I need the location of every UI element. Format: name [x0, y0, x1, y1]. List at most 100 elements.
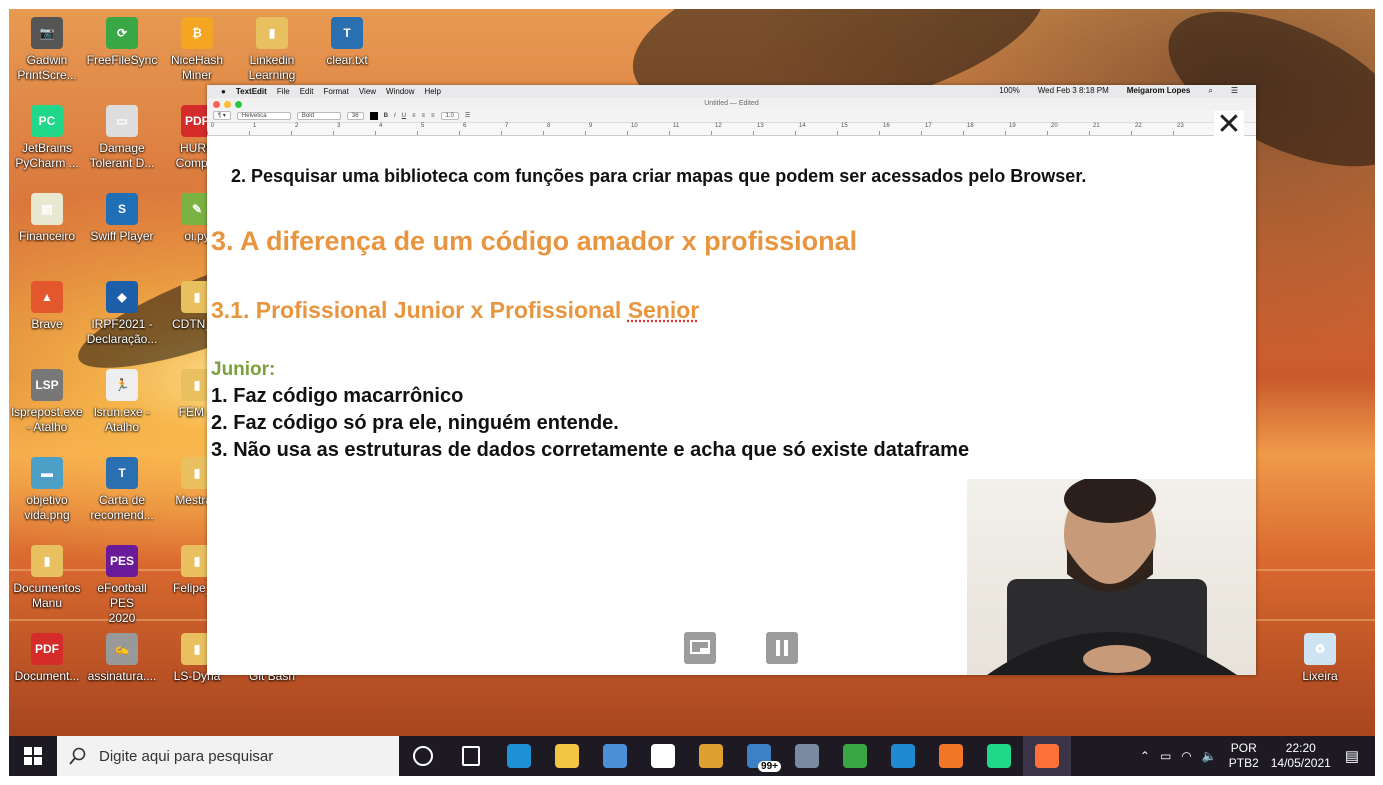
- taskbar-app-chrome[interactable]: [687, 736, 735, 776]
- ruler-number: 3: [337, 123, 341, 129]
- menu-format[interactable]: Format: [324, 87, 349, 96]
- taskbar-apps: 99+: [399, 736, 1071, 776]
- ruler-number: 10: [631, 123, 638, 129]
- screenshare-toggle-button[interactable]: [684, 632, 716, 664]
- desktop-icon-label: NiceHash Miner: [170, 53, 224, 82]
- minimize-light-icon[interactable]: [224, 101, 231, 108]
- spotlight-icon[interactable]: ⌕: [1208, 86, 1212, 96]
- font-style-select[interactable]: Bold: [296, 111, 341, 120]
- font-size-select[interactable]: 36: [346, 111, 364, 120]
- mac-status-area: 100% Wed Feb 3 8:18 PM Meigarom Lopes ⌕ …: [999, 86, 1248, 96]
- start-button[interactable]: [9, 736, 57, 776]
- italic-button[interactable]: I: [394, 113, 396, 119]
- notification-icon[interactable]: ▤: [1345, 747, 1359, 765]
- search-placeholder: Digite aqui para pesquisar: [99, 747, 274, 765]
- taskbar-app-cortana[interactable]: [399, 736, 447, 776]
- taskbar-search-box[interactable]: Digite aqui para pesquisar: [57, 736, 399, 776]
- wifi-icon[interactable]: ◠: [1181, 749, 1191, 763]
- pause-button[interactable]: [766, 632, 798, 664]
- desktop-icon[interactable]: ▲ Brave: [9, 281, 85, 332]
- line-spacing-select[interactable]: 1.0: [440, 111, 459, 120]
- junior-label: Junior:: [211, 359, 276, 380]
- taskbar-app-edge[interactable]: [495, 736, 543, 776]
- control-center-icon[interactable]: ☰: [1231, 86, 1238, 96]
- desktop-icon-label: assinatura....: [87, 669, 157, 683]
- taskbar-app-task-view[interactable]: [447, 736, 495, 776]
- menu-help[interactable]: Help: [425, 87, 441, 96]
- taskbar-app-jupyter[interactable]: [927, 736, 975, 776]
- desktop-icon[interactable]: PES eFootball PES 2020: [84, 545, 160, 626]
- language-indicator[interactable]: POR PTB2: [1229, 741, 1259, 771]
- list-style-button[interactable]: ☰: [465, 112, 470, 119]
- chevron-up-icon[interactable]: ⌃: [1140, 749, 1150, 763]
- taskbar-app-vscode[interactable]: [879, 736, 927, 776]
- close-light-icon[interactable]: [213, 101, 220, 108]
- desktop-icon[interactable]: ▮ Documentos Manu: [9, 545, 85, 611]
- menu-file[interactable]: File: [277, 87, 290, 96]
- format-toolbar: ¶ ▾ Helvetica Bold 36 B I U ≡ ≡ ≡ 1.0 ☰: [207, 109, 1256, 123]
- text-color-swatch[interactable]: [369, 111, 378, 120]
- battery-percent: 100%: [999, 86, 1020, 95]
- app-icon: S: [106, 193, 138, 225]
- align-right-button[interactable]: ≡: [431, 113, 435, 119]
- mac-menubar: ● TextEdit File Edit Format View Window …: [207, 85, 1256, 98]
- desktop-icon[interactable]: S Swiff Player: [84, 193, 160, 244]
- desktop-icon[interactable]: PDF Document...: [9, 633, 85, 684]
- taskbar-clock[interactable]: 22:20 14/05/2021: [1271, 741, 1331, 771]
- desktop-icon[interactable]: Tclear.txt: [309, 17, 385, 68]
- ruler-number: 1: [253, 123, 257, 129]
- desktop-icon[interactable]: 📷 Gadwin PrintScre...: [9, 17, 85, 83]
- windows-logo-icon: [24, 747, 42, 765]
- menu-view[interactable]: View: [359, 87, 376, 96]
- desktop-icon[interactable]: ▬ objetivo vida.png: [9, 457, 85, 523]
- taskbar-app-files-share[interactable]: [591, 736, 639, 776]
- mac-clock: Wed Feb 3 8:18 PM: [1037, 86, 1109, 95]
- taskbar-app-mail[interactable]: 99+: [735, 736, 783, 776]
- desktop-icon[interactable]: LSP lsprepost.exe - Atalho: [9, 369, 85, 435]
- taskbar-app-pycharm[interactable]: [975, 736, 1023, 776]
- desktop-icon[interactable]: ▮ Linkedin Learning: [234, 17, 310, 83]
- taskbar-app-app-green[interactable]: [831, 736, 879, 776]
- apple-icon[interactable]: ●: [221, 87, 226, 96]
- window-titlebar: Untitled — Edited: [207, 98, 1256, 109]
- font-family-select[interactable]: Helvetica: [236, 111, 291, 120]
- desktop-icon[interactable]: T Carta de recomend...: [84, 457, 160, 523]
- desktop-icon[interactable]: 🏃 lsrun.exe - Atalho: [84, 369, 160, 435]
- desktop-icon[interactable]: ♻ Lixeira: [1282, 633, 1358, 684]
- app-green-icon: [843, 744, 867, 768]
- menu-window[interactable]: Window: [386, 87, 414, 96]
- desktop-icon[interactable]: ✍ assinatura....: [84, 633, 160, 684]
- desktop-icon[interactable]: ₿ NiceHash Miner: [159, 17, 235, 83]
- zoom-light-icon[interactable]: [235, 101, 242, 108]
- align-center-button[interactable]: ≡: [421, 113, 425, 119]
- bold-button[interactable]: B: [384, 113, 388, 119]
- app-icon: PDF: [31, 633, 63, 665]
- app-icon: 📷: [31, 17, 63, 49]
- battery-icon[interactable]: ▭: [1160, 749, 1171, 763]
- jupyter-icon: [939, 744, 963, 768]
- menu-edit[interactable]: Edit: [300, 87, 314, 96]
- desktop-icon[interactable]: ▤ Financeiro: [9, 193, 85, 244]
- align-left-button[interactable]: ≡: [412, 113, 416, 119]
- desktop-icon[interactable]: ◆ IRPF2021 - Declaração...: [84, 281, 160, 347]
- mac-user[interactable]: Meigarom Lopes: [1127, 86, 1191, 96]
- desktop-icon-label: Damage Tolerant D...: [89, 141, 155, 170]
- taskbar-app-file-explorer[interactable]: [543, 736, 591, 776]
- desktop-icon[interactable]: ▭ Damage Tolerant D...: [84, 105, 160, 171]
- desktop-icon[interactable]: ⟳ FreeFileSync: [84, 17, 160, 68]
- desktop-icon-label: lsprepost.exe - Atalho: [11, 405, 83, 434]
- app-icon: ✍: [106, 633, 138, 665]
- taskbar-app-store[interactable]: [639, 736, 687, 776]
- desktop-icon-label: Swiff Player: [90, 229, 154, 243]
- desktop-icon[interactable]: PC JetBrains PyCharm ...: [9, 105, 85, 171]
- taskbar-app-app-grey[interactable]: [783, 736, 831, 776]
- ruler-number: 22: [1135, 123, 1142, 129]
- underline-button[interactable]: U: [402, 113, 406, 119]
- files-share-icon: [603, 744, 627, 768]
- ruler-number: 23: [1177, 123, 1184, 129]
- menu-app-name[interactable]: TextEdit: [236, 87, 267, 96]
- ruler-number: 15: [841, 123, 848, 129]
- paragraph-style-select[interactable]: ¶ ▾: [213, 111, 231, 120]
- volume-icon[interactable]: 🔈: [1202, 749, 1217, 763]
- taskbar-app-firefox[interactable]: [1023, 736, 1071, 776]
